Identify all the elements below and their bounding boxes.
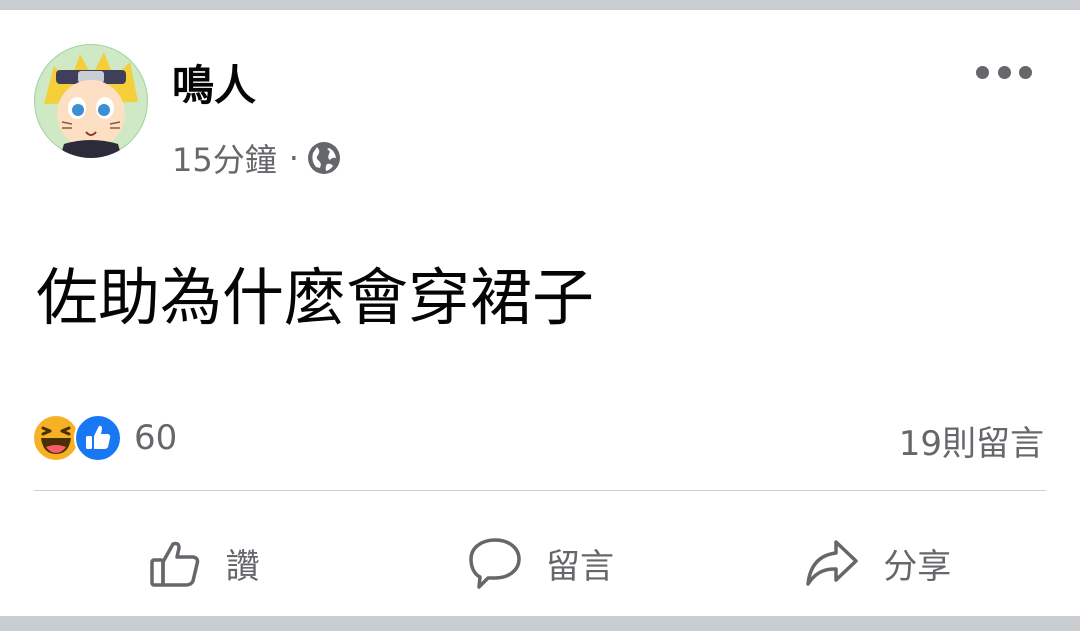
like-button-label: 讚 (225, 546, 260, 587)
post-time[interactable]: 15分鐘 (172, 135, 277, 181)
share-button-label: 分享 (883, 546, 952, 587)
avatar[interactable] (34, 44, 148, 158)
thumbs-up-icon (149, 541, 199, 587)
share-button[interactable]: 分享 (709, 522, 1046, 604)
meta-separator: · (288, 139, 299, 177)
like-icon (74, 414, 122, 462)
haha-icon (32, 414, 80, 462)
more-options-icon[interactable] (976, 54, 1032, 90)
globe-icon (307, 141, 341, 175)
post-meta: 15分鐘 · (172, 135, 341, 181)
post-text: 佐助為什麼會穿裙子 (36, 261, 595, 334)
divider (34, 490, 1046, 491)
more-dot (1019, 65, 1032, 79)
avatar-image (34, 44, 148, 158)
post-card: 鳴人 15分鐘 · 佐助為什麼會穿裙子 60 19則留言 讚 留言 分享 (0, 10, 1080, 616)
more-dot (997, 65, 1011, 79)
comment-icon (469, 538, 521, 589)
reactions-summary[interactable]: 60 (32, 414, 177, 462)
comment-button-label: 留言 (545, 546, 614, 587)
action-bar: 讚 留言 分享 (34, 522, 1046, 604)
comment-button[interactable]: 留言 (371, 522, 708, 604)
reaction-count: 60 (134, 418, 178, 458)
share-icon (806, 540, 859, 586)
more-dot (976, 65, 989, 79)
comments-count[interactable]: 19則留言 (899, 416, 1044, 465)
author-name[interactable]: 鳴人 (172, 62, 256, 110)
like-button[interactable]: 讚 (34, 522, 371, 604)
